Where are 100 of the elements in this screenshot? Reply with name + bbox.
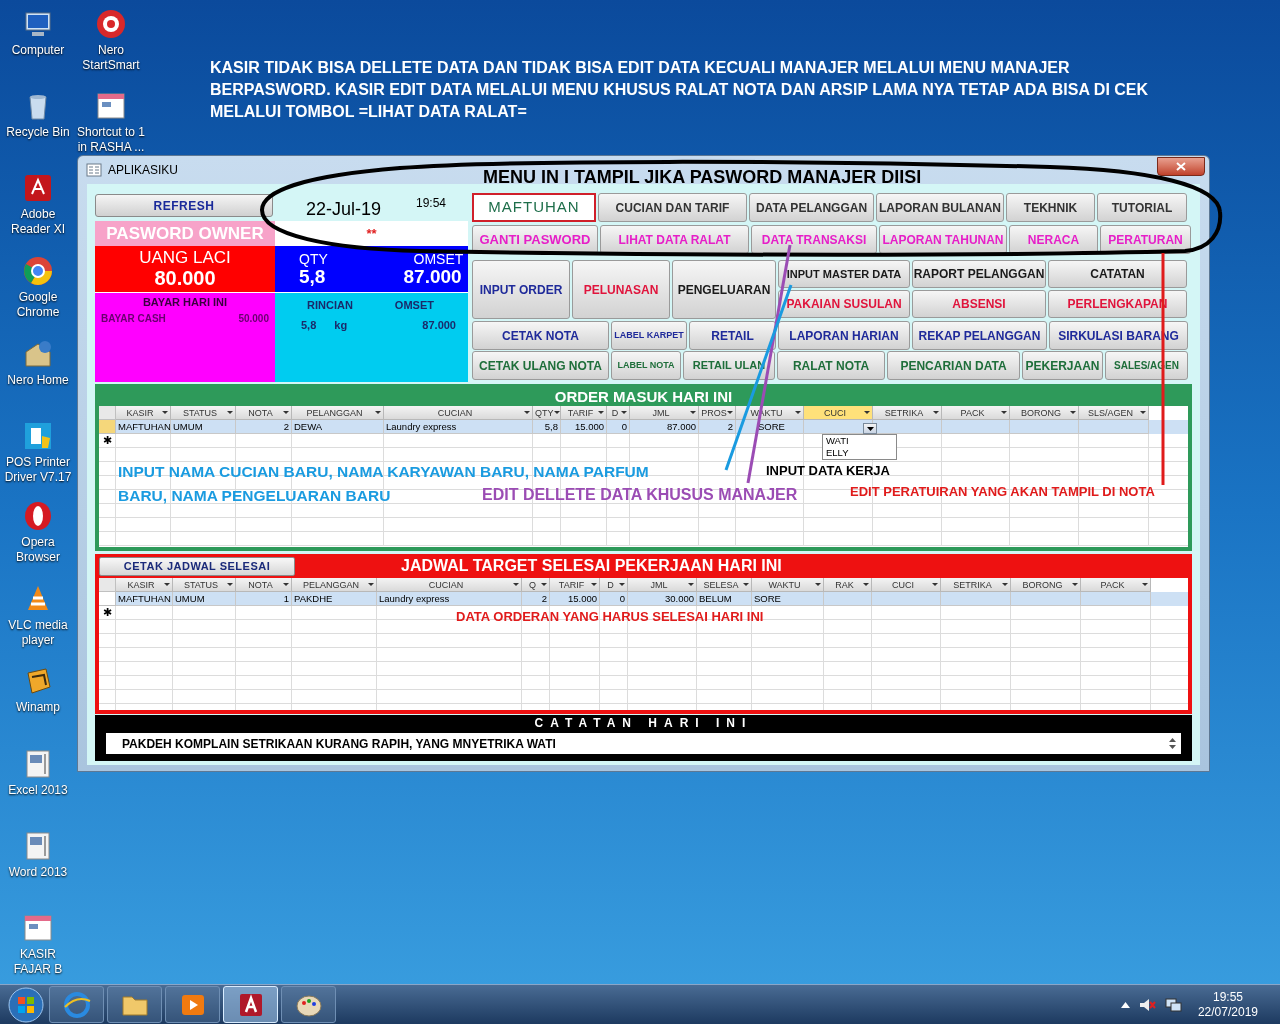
- dropdown-button[interactable]: [863, 423, 877, 434]
- desktop-icon-label[interactable]: Recycle Bin: [6, 125, 70, 140]
- menu-button[interactable]: REKAP PELANGGAN: [912, 321, 1047, 350]
- caret-icon[interactable]: [933, 411, 939, 414]
- menu-button[interactable]: TEKHNIK: [1006, 193, 1095, 222]
- clock[interactable]: 19:55 22/07/2019: [1197, 989, 1258, 1020]
- desktop-icon-label[interactable]: POS Printer Driver V7.17: [0, 455, 76, 485]
- desktop-icon-label[interactable]: Adobe Reader XI: [0, 207, 76, 237]
- column-header[interactable]: JML: [628, 578, 697, 592]
- network-icon[interactable]: [1163, 996, 1182, 1013]
- column-header[interactable]: NOTA: [236, 406, 292, 420]
- column-header[interactable]: WAKTU: [752, 578, 824, 592]
- caret-icon[interactable]: [621, 411, 627, 414]
- desktop-icon-label[interactable]: Winamp: [16, 700, 60, 715]
- taskbar-button[interactable]: [281, 986, 336, 1023]
- caret-icon[interactable]: [524, 411, 530, 414]
- caret-icon[interactable]: [932, 583, 938, 586]
- menu-button[interactable]: INPUT MASTER DATA: [778, 260, 910, 288]
- menu-button[interactable]: RALAT NOTA: [777, 351, 885, 380]
- desktop-icon-label[interactable]: VLC media player: [0, 618, 76, 648]
- desktop-icon-label[interactable]: Nero Home: [7, 373, 69, 388]
- caret-icon[interactable]: [1140, 411, 1146, 414]
- print-schedule-button[interactable]: CETAK JADWAL SELESAI: [99, 556, 295, 576]
- column-header[interactable]: PROS: [699, 406, 736, 420]
- menu-button[interactable]: LABEL KARPET: [611, 321, 687, 350]
- disc-icon[interactable]: [95, 8, 127, 40]
- column-header[interactable]: PACK: [1081, 578, 1151, 592]
- column-header[interactable]: PACK: [942, 406, 1010, 420]
- menu-button[interactable]: CUCIAN DAN TARIF: [598, 193, 747, 222]
- house-icon[interactable]: [22, 338, 54, 370]
- speaker-muted-icon[interactable]: [1137, 996, 1156, 1013]
- taskbar-button[interactable]: [49, 986, 104, 1023]
- column-header[interactable]: TARIF: [561, 406, 607, 420]
- browser-icon[interactable]: [22, 500, 54, 532]
- caret-icon[interactable]: [727, 411, 733, 414]
- desktop-icon-label[interactable]: Nero StartSmart: [73, 43, 149, 73]
- menu-button[interactable]: LAPORAN BULANAN: [876, 193, 1004, 222]
- column-header[interactable]: SETRIKA: [941, 578, 1011, 592]
- caret-icon[interactable]: [368, 583, 374, 586]
- caret-icon[interactable]: [690, 411, 696, 414]
- caret-icon[interactable]: [743, 583, 749, 586]
- menu-button[interactable]: PAKAIAN SUSULAN: [778, 290, 910, 318]
- column-header[interactable]: PELANGGAN: [292, 406, 384, 420]
- caret-icon[interactable]: [1001, 411, 1007, 414]
- column-header[interactable]: PELANGGAN: [292, 578, 377, 592]
- desktop-icon-label[interactable]: Shortcut to 1 in RASHA ...: [73, 125, 149, 155]
- close-button[interactable]: [1157, 156, 1205, 176]
- caret-icon[interactable]: [864, 411, 870, 414]
- column-header[interactable]: STATUS: [173, 578, 236, 592]
- caret-icon[interactable]: [283, 583, 289, 586]
- column-header[interactable]: RAK: [824, 578, 872, 592]
- caret-icon[interactable]: [795, 411, 801, 414]
- column-header[interactable]: D: [600, 578, 628, 592]
- pdf-reader-icon[interactable]: [22, 172, 54, 204]
- column-header[interactable]: CUCI: [804, 406, 873, 420]
- column-header[interactable]: SELESA: [697, 578, 752, 592]
- notes-field[interactable]: PAKDEH KOMPLAIN SETRIKAAN KURANG RAPIH, YANG MNYETRIKA WATI: [106, 733, 1181, 754]
- menu-button[interactable]: PEKERJAAN: [1022, 351, 1103, 380]
- menu-button[interactable]: CETAK ULANG NOTA: [472, 351, 609, 380]
- caret-icon[interactable]: [553, 411, 560, 414]
- column-header[interactable]: CUCIAN: [377, 578, 522, 592]
- browser-icon[interactable]: [22, 255, 54, 287]
- refresh-button[interactable]: REFRESH: [95, 194, 273, 217]
- desktop-icon-label[interactable]: Excel 2013: [8, 783, 68, 798]
- menu-button[interactable]: INPUT ORDER: [472, 260, 570, 319]
- dropdown-option[interactable]: WATI: [823, 435, 896, 447]
- window-shortcut-icon[interactable]: [95, 90, 127, 122]
- dropdown-option[interactable]: ELLY: [823, 447, 896, 459]
- menu-button[interactable]: RETAIL: [689, 321, 776, 350]
- menu-button[interactable]: RAPORT PELANGGAN: [912, 260, 1046, 288]
- caret-icon[interactable]: [815, 583, 821, 586]
- desktop-icon-label[interactable]: Opera Browser: [0, 535, 76, 565]
- caret-icon[interactable]: [227, 583, 233, 586]
- window-shortcut-icon[interactable]: [22, 912, 54, 944]
- menu-button[interactable]: ABSENSI: [912, 290, 1046, 318]
- taskbar-button[interactable]: [107, 986, 162, 1023]
- printer-driver-icon[interactable]: [22, 420, 54, 452]
- caret-icon[interactable]: [1002, 583, 1008, 586]
- menu-button[interactable]: DATA PELANGGAN: [749, 193, 874, 222]
- menu-button[interactable]: PENGELUARAN: [672, 260, 776, 319]
- column-header[interactable]: KASIR: [116, 578, 173, 592]
- desktop-icon-label[interactable]: Computer: [11, 43, 65, 58]
- caret-icon[interactable]: [1142, 583, 1148, 586]
- caret-icon[interactable]: [598, 411, 604, 414]
- caret-icon[interactable]: [513, 583, 519, 586]
- column-header[interactable]: CUCIAN: [384, 406, 533, 420]
- column-header[interactable]: Q: [522, 578, 550, 592]
- caret-icon[interactable]: [688, 583, 694, 586]
- column-header[interactable]: BORONG: [1010, 406, 1079, 420]
- column-header[interactable]: D: [607, 406, 630, 420]
- menu-button[interactable]: PELUNASAN: [572, 260, 670, 319]
- taskbar-button[interactable]: [165, 986, 220, 1023]
- show-hidden-icons-icon[interactable]: [1120, 1001, 1130, 1008]
- menu-button[interactable]: CATATAN: [1048, 260, 1187, 288]
- column-header[interactable]: NOTA: [236, 578, 292, 592]
- caret-icon[interactable]: [1070, 411, 1076, 414]
- column-header[interactable]: BORONG: [1011, 578, 1081, 592]
- caret-icon[interactable]: [227, 411, 233, 414]
- menu-button[interactable]: TUTORIAL: [1097, 193, 1187, 222]
- column-header[interactable]: CUCI: [872, 578, 941, 592]
